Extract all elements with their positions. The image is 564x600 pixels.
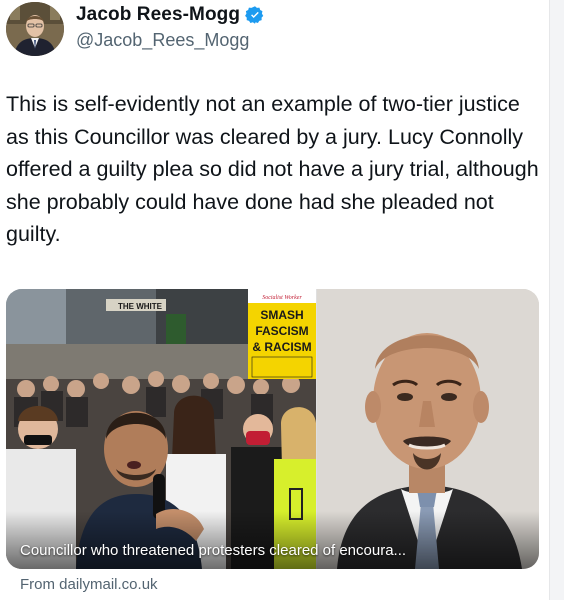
- tweet-text: This is self-evidently not an example of…: [6, 92, 545, 246]
- avatar[interactable]: [6, 2, 64, 56]
- placard-org: Socialist Worker: [262, 295, 302, 301]
- link-source[interactable]: From dailymail.co.uk: [20, 576, 158, 593]
- handle[interactable]: @Jacob_Rees_Mogg: [76, 30, 249, 51]
- placard-line-3: & RACISM: [252, 340, 311, 354]
- tweet-header: Jacob Rees-Mogg @Jacob_Rees_Mogg: [6, 0, 546, 58]
- caption-gradient: [6, 511, 539, 569]
- link-card[interactable]: THE WHITE Socialist Worker SMASH FASCISM…: [6, 289, 539, 569]
- scrollbar-track[interactable]: [549, 0, 564, 600]
- link-card-caption[interactable]: Councillor who threatened protesters cle…: [20, 542, 406, 559]
- name-row: Jacob Rees-Mogg: [76, 4, 265, 26]
- display-name[interactable]: Jacob Rees-Mogg: [76, 4, 240, 26]
- placard-line-1: SMASH: [260, 308, 303, 322]
- placard-line-2: FASCISM: [255, 324, 308, 338]
- storefront-sign: THE WHITE: [118, 302, 163, 311]
- verified-badge-icon: [245, 6, 264, 24]
- profile-photo: [6, 2, 64, 56]
